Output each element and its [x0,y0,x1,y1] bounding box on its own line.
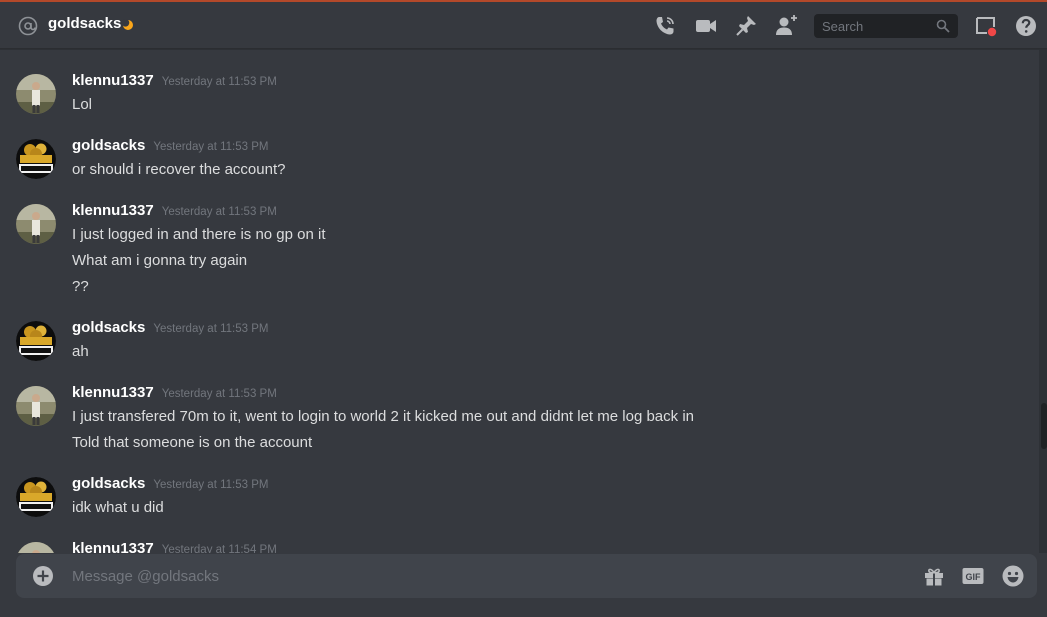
search-input[interactable] [822,18,932,34]
person-photo-avatar-icon [16,204,56,244]
scrollbar-track[interactable] [1039,50,1047,553]
message-text: I just logged in and there is no gp on i… [72,226,326,243]
channel-header: goldsacks [0,2,1047,49]
message-text: idk what u did [72,499,164,516]
message-timestamp: Yesterday at 11:53 PM [153,323,269,335]
at-sign-icon [18,16,38,36]
user-avatar[interactable] [16,542,56,553]
voice-call-icon[interactable] [653,14,677,38]
scrollbar-thumb[interactable] [1041,403,1047,449]
upload-plus-icon[interactable] [32,565,54,587]
message-text: I just transfered 70m to it, went to log… [72,408,694,425]
message-author[interactable]: goldsacks Yesterday at 11:53 PM [72,137,268,154]
gold-sacks-logo-avatar-icon [16,321,56,361]
message-author[interactable]: goldsacks Yesterday at 11:53 PM [72,475,268,492]
video-call-icon[interactable] [694,14,718,38]
person-photo-avatar-icon [16,386,56,426]
message-text: Lol [72,96,93,113]
message-input[interactable] [72,565,892,587]
message-timestamp: Yesterday at 11:53 PM [161,388,277,400]
person-photo-avatar-icon [16,74,56,114]
message-author[interactable]: klennu1337 Yesterday at 11:54 PM [72,540,277,553]
person-photo-avatar-icon [16,542,56,553]
pinned-messages-icon[interactable] [734,14,758,38]
message-composer: GIF [16,554,1037,598]
add-friend-icon[interactable] [774,14,798,38]
user-avatar[interactable] [16,477,56,517]
gold-sacks-logo-avatar-icon [16,139,56,179]
emoji-icon[interactable] [1001,564,1025,588]
inbox-icon[interactable] [974,14,998,38]
user-avatar[interactable] [16,321,56,361]
search-box[interactable] [814,14,958,38]
message-timestamp: Yesterday at 11:53 PM [161,206,277,218]
gift-icon[interactable] [922,564,946,588]
message-timestamp: Yesterday at 11:53 PM [153,479,269,491]
help-icon[interactable] [1014,14,1038,38]
message-timestamp: Yesterday at 11:53 PM [161,76,277,88]
gif-icon[interactable]: GIF [961,564,985,588]
message-timestamp: Yesterday at 11:53 PM [153,141,269,153]
message-text: What am i gonna try again [72,252,248,269]
user-avatar[interactable] [16,386,56,426]
search-icon [936,19,950,33]
svg-text:GIF: GIF [966,572,982,582]
message-timestamp: Yesterday at 11:54 PM [161,544,277,553]
message-text: ah [72,343,89,360]
message-author[interactable]: klennu1337 Yesterday at 11:53 PM [72,384,277,401]
message-author[interactable]: klennu1337 Yesterday at 11:53 PM [72,202,277,219]
dm-recipient-name: goldsacks [48,15,122,32]
message-author[interactable]: klennu1337 Yesterday at 11:53 PM [72,72,277,89]
message-text: or should i recover the account? [72,161,286,178]
message-author[interactable]: goldsacks Yesterday at 11:53 PM [72,319,268,336]
user-avatar[interactable] [16,204,56,244]
message-text: ?? [72,278,89,295]
user-avatar[interactable] [16,74,56,114]
user-avatar[interactable] [16,139,56,179]
message-list[interactable]: klennu1337 Yesterday at 11:53 PM Lol gold… [0,50,1047,553]
gold-sacks-logo-avatar-icon [16,477,56,517]
message-text: Told that someone is on the account [72,434,313,451]
idle-moon-icon [122,19,133,30]
